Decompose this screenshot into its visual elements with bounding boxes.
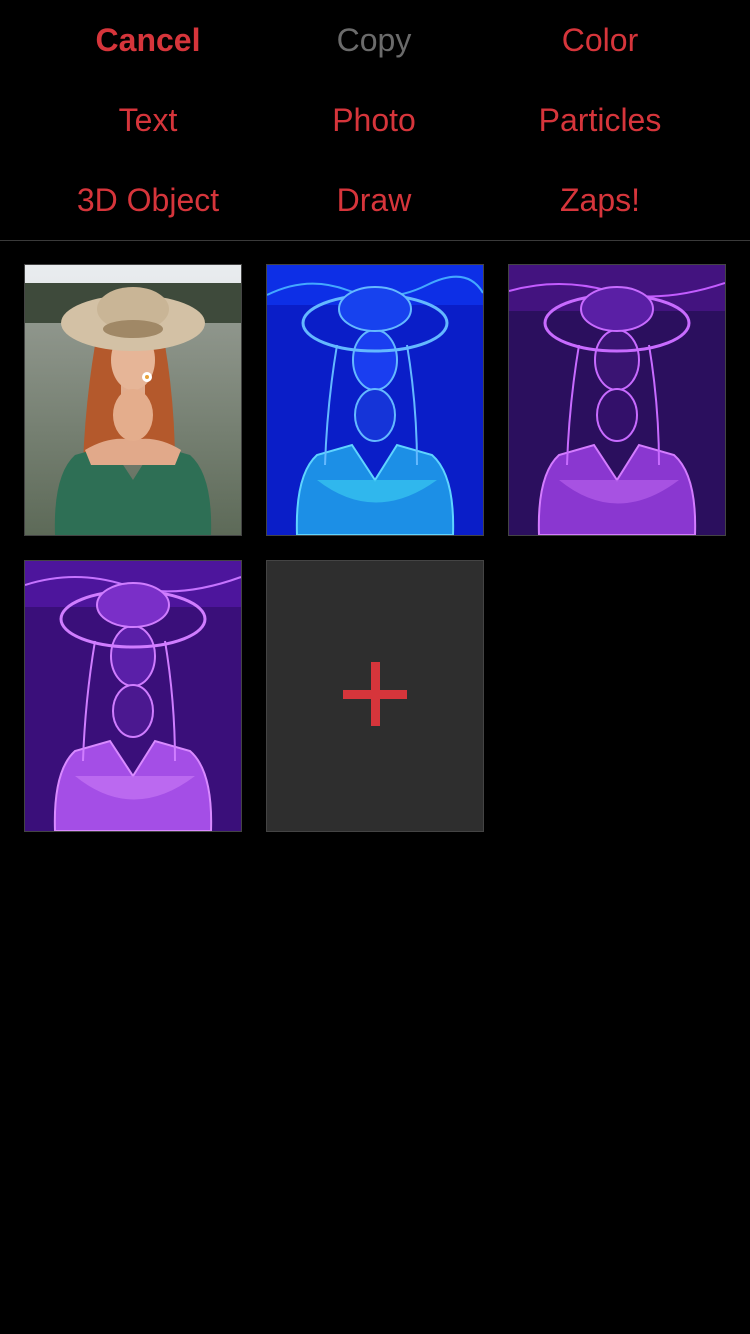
violet-outline-image <box>25 561 241 831</box>
particles-button[interactable]: Particles <box>487 90 713 150</box>
photo-button[interactable]: Photo <box>261 90 487 150</box>
add-layer-button[interactable] <box>266 560 484 832</box>
blue-outline-image <box>267 265 483 535</box>
woman-photo-image <box>25 265 241 535</box>
color-button[interactable]: Color <box>487 10 713 70</box>
layer-type-menu: Cancel Copy Color Text Photo Particles 3… <box>0 0 750 240</box>
text-button[interactable]: Text <box>35 90 261 150</box>
layer-thumbnail-purple-outline[interactable] <box>508 264 726 536</box>
plus-icon-vertical <box>371 662 380 726</box>
layer-thumbnail-blue-outline[interactable] <box>266 264 484 536</box>
zaps-button[interactable]: Zaps! <box>487 170 713 230</box>
draw-button[interactable]: Draw <box>261 170 487 230</box>
layer-thumbnail-violet-outline[interactable] <box>24 560 242 832</box>
copy-button[interactable]: Copy <box>261 10 487 70</box>
layer-thumbnail-original[interactable] <box>24 264 242 536</box>
purple-outline-image <box>509 265 725 535</box>
menu-divider <box>0 240 750 241</box>
cancel-button[interactable]: Cancel <box>35 10 261 70</box>
3d-object-button[interactable]: 3D Object <box>35 170 261 230</box>
